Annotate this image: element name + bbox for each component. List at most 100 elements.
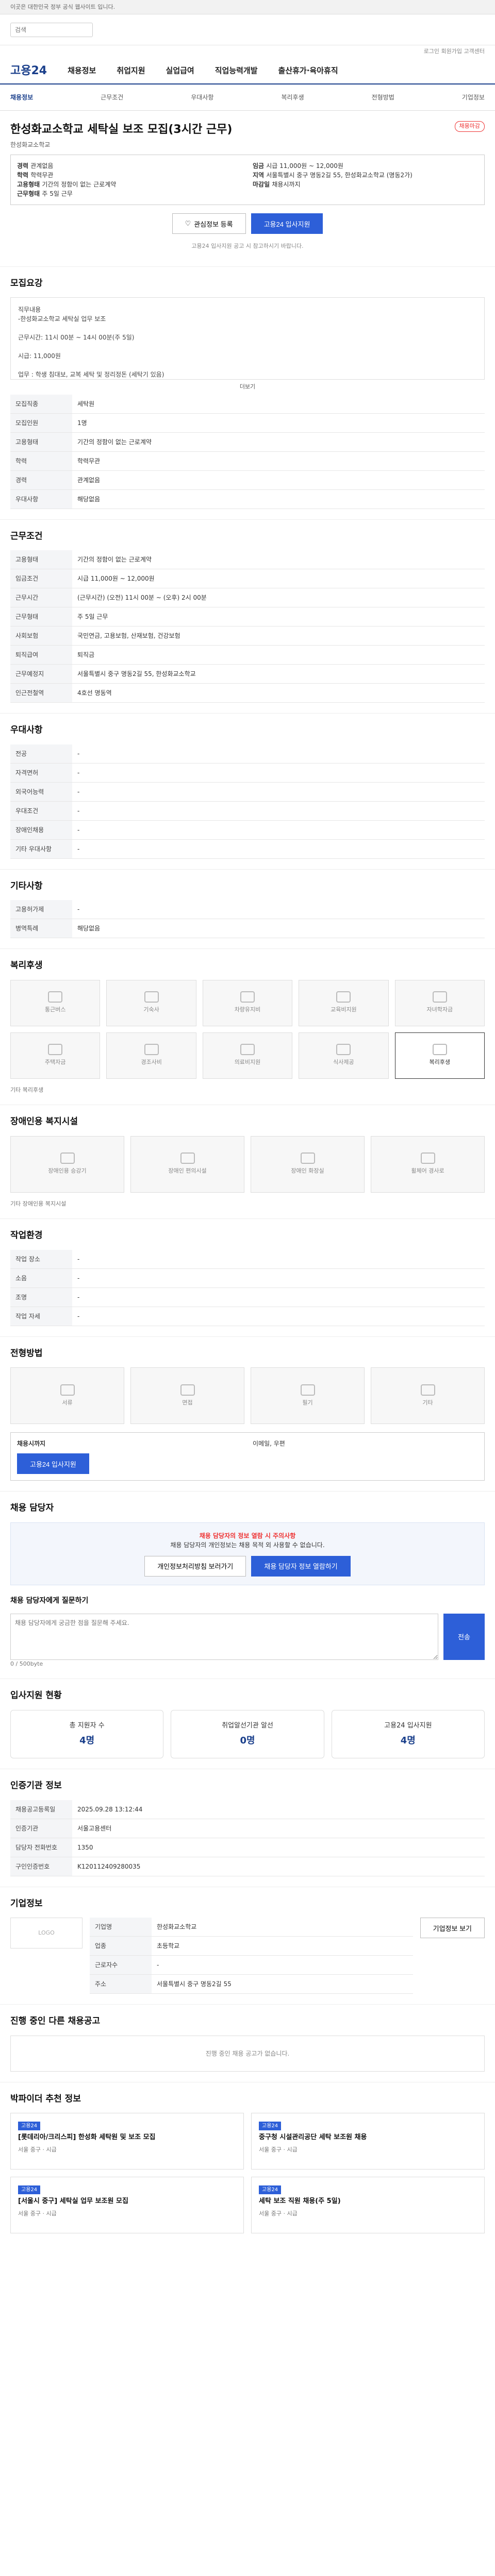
nav-benefit[interactable]: 실업급여 <box>166 65 194 77</box>
row-value: 주 5일 근무 <box>72 607 485 626</box>
facility-section: 장애인용 복지시설 장애인용 승강기 장애인 편의시설 장애인 화장실 휠체어 경사로… <box>0 1105 495 1218</box>
table-row: 장애인채용 - <box>10 820 485 840</box>
agency-section: 인증기관 정보 채용공고등록일 2025.09.28 13:12:44 인증기관 서울… <box>0 1769 495 1887</box>
table-row: 퇴직급여 퇴직금 <box>10 645 485 665</box>
tile-label: 면접 <box>182 1399 193 1406</box>
row-label: 우대사항 <box>10 489 72 509</box>
summary-label: 근무형태 <box>17 190 42 197</box>
row-label: 근무시간 <box>10 588 72 607</box>
condition-table: 고용형태 기간의 정함이 없는 근로계약 임금조건 시급 11,000원 ~ 12,0… <box>10 550 485 703</box>
recommend-tag: 고용24 <box>259 2122 282 2130</box>
table-row: 기타 우대사항 - <box>10 839 485 859</box>
logo[interactable]: 고용24 <box>10 62 47 79</box>
env-table: 작업 장소 - 소음 - 조명 - 작업 자세 - <box>10 1249 485 1326</box>
recommend-title: 중구청 시설관리공단 세탁 보조원 채용 <box>259 2133 367 2141</box>
row-label: 고용형태 <box>10 432 72 452</box>
row-label: 모집직종 <box>10 394 72 414</box>
row-label: 전공 <box>10 744 72 764</box>
tile-label: 기숙사 <box>143 1006 159 1013</box>
icon-tile: 장애인용 승강기 <box>10 1136 124 1193</box>
apply-button-2[interactable]: 고용24 입사지원 <box>17 1453 89 1474</box>
row-value: 서울고용센터 <box>72 1819 485 1838</box>
tile-label: 휠체어 경사로 <box>411 1167 444 1175</box>
row-value: 해당없음 <box>72 919 485 938</box>
row-label: 주소 <box>90 1974 152 1994</box>
table-row: 사회보험 국민연금, 고용보험, 산재보험, 건강보험 <box>10 626 485 646</box>
section-title: 모집요강 <box>10 278 43 289</box>
tile-label: 기타 <box>422 1399 433 1406</box>
tab-recruit[interactable]: 채용정보 <box>10 93 33 102</box>
row-value: - <box>72 839 485 859</box>
recommend-tag: 고용24 <box>18 2185 41 2194</box>
row-value: 4호선 명동역 <box>72 683 485 703</box>
nav-support[interactable]: 취업지원 <box>117 65 145 77</box>
row-value: - <box>72 1268 485 1288</box>
row-label: 장애인채용 <box>10 820 72 840</box>
nav-jobs[interactable]: 채용정보 <box>68 65 96 77</box>
scrap-button[interactable]: ♡ 관심정보 등록 <box>172 213 246 234</box>
util-links[interactable]: 로그인 회원가입 고객센터 <box>0 45 495 58</box>
method-value: 이메일, 우편 <box>253 1440 285 1447</box>
summary-label: 마감일 <box>253 181 272 188</box>
stat-value: 4명 <box>400 1735 416 1746</box>
recommend-section: 박파이더 추천 정보 고용24 [롯데리아/크리스피] 한성화 세탁원 및 보조 … <box>0 2081 495 2244</box>
tab-condition[interactable]: 근무조건 <box>101 93 123 102</box>
summary-right: 임금 시급 11,000원 ~ 12,000원 지역 서울특별시 중구 명동2길 … <box>253 161 478 198</box>
question-input[interactable] <box>10 1613 438 1660</box>
tile-icon <box>300 1384 315 1396</box>
stat-label: 고용24 입사지원 <box>384 1721 432 1730</box>
icon-tile: 식사제공 <box>299 1032 389 1079</box>
tile-label: 필기 <box>302 1399 313 1406</box>
view-contact-button[interactable]: 채용 담당자 정보 열람하기 <box>251 1555 351 1577</box>
tab-pref[interactable]: 우대사항 <box>191 93 213 102</box>
tab-method[interactable]: 전형방법 <box>372 93 394 102</box>
row-value: 서울특별시 중구 명동2길 55 <box>152 1974 413 1994</box>
table-row: 학력 학력무관 <box>10 451 485 471</box>
welfare-grid: 통근버스 기숙사 차량유지비 교육비지원 자녀학자금 주택자금 경조사비 의료비지원 식사제공 복… <box>10 979 485 1079</box>
stat-value: 0명 <box>240 1735 255 1746</box>
stat-label: 총 지원자 수 <box>69 1721 105 1730</box>
tile-label: 주택자금 <box>44 1059 66 1066</box>
tab-welfare[interactable]: 복리후생 <box>281 93 304 102</box>
nav-leave[interactable]: 출산휴가·육아휴직 <box>278 65 338 77</box>
icon-tile: 차량유지비 <box>202 979 293 1026</box>
tab-company[interactable]: 기업정보 <box>462 93 485 102</box>
apply-box: 채용시까지 고용24 입사지원 이메일, 우편 <box>10 1432 485 1481</box>
row-label: 작업 자세 <box>10 1307 72 1326</box>
row-label: 채용공고등록일 <box>10 1800 72 1819</box>
apply-button[interactable]: 고용24 입사지원 <box>251 213 323 234</box>
row-label: 고용허가제 <box>10 900 72 919</box>
icon-tile: 서류 <box>10 1367 124 1424</box>
table-row: 고용형태 기간의 정함이 없는 근로계약 <box>10 550 485 569</box>
row-value: K120112409280035 <box>72 1857 485 1876</box>
etc-table: 고용허가제 - 병역특례 해당없음 <box>10 900 485 938</box>
row-value: - <box>72 801 485 821</box>
nav-training[interactable]: 직업능력개발 <box>215 65 258 77</box>
row-value: 기간의 정함이 없는 근로계약 <box>72 550 485 569</box>
row-label: 근무예정지 <box>10 664 72 684</box>
apply-note: 고용24 입사지원 공고 시 참고하시기 바랍니다. <box>191 243 304 249</box>
row-value: - <box>72 763 485 783</box>
summary-row: 고용형태 기간의 정함이 없는 근로계약 <box>17 180 242 189</box>
send-button[interactable]: 전송 <box>443 1613 485 1660</box>
ask-form: 전송 <box>10 1613 485 1660</box>
table-row: 근로자수 - <box>90 1955 413 1975</box>
recommend-card[interactable]: 고용24 [서울시 중구] 세탁실 업무 보조원 모집 서울 중구 · 시급 <box>10 2177 244 2233</box>
tile-label: 자녀학자금 <box>426 1006 453 1013</box>
recommend-meta: 서울 중구 · 시급 <box>259 2146 298 2153</box>
row-value: 1명 <box>72 413 485 433</box>
company-section: 기업정보 LOGO 기업명 한성화교소학교 업종 초등학교 근로자수 - 주소 서울특별시 중… <box>0 1886 495 2005</box>
env-section: 작업환경 작업 장소 - 소음 - 조명 - 작업 자세 - <box>0 1218 495 1336</box>
more-button[interactable]: 더보기 <box>10 380 485 395</box>
row-label: 근무형태 <box>10 607 72 626</box>
recommend-card[interactable]: 고용24 [롯데리아/크리스피] 한성화 세탁원 및 보조 모집 서울 중구 · 시… <box>10 2113 244 2170</box>
recommend-card[interactable]: 고용24 중구청 시설관리공단 세탁 보조원 채용서울 중구 · 시급 <box>251 2113 485 2170</box>
search-input[interactable] <box>10 22 93 37</box>
section-title: 장애인용 복지시설 <box>10 1116 78 1127</box>
privacy-button[interactable]: 개인정보처리방침 보러가기 <box>144 1555 246 1577</box>
table-row: 근무시간 (근무시간) (오전) 11시 00분 ~ (오후) 2시 00분 <box>10 588 485 607</box>
recommend-card[interactable]: 고용24 세탁 보조 직원 채용(주 5일) 서울 중구 · 시급 <box>251 2177 485 2233</box>
row-value: 학력무관 <box>72 451 485 471</box>
row-value: - <box>72 782 485 802</box>
company-info-button[interactable]: 기업정보 보기 <box>420 1918 485 1938</box>
